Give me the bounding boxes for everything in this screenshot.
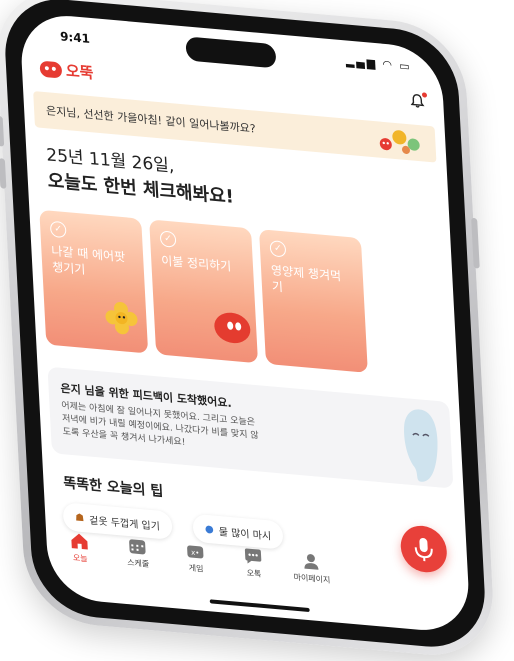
flower-character-icon — [104, 300, 140, 337]
side-button — [471, 218, 480, 269]
tab-schedule[interactable]: 스케줄 — [108, 534, 168, 571]
tab-label: 오톡 — [246, 568, 261, 578]
phone-frame: 9:41 ▂▄▆ ◠ ▭ 오뚝 — [0, 0, 496, 661]
card-label: 영양제 챙겨먹기 — [271, 262, 353, 301]
phone-bezel: 9:41 ▂▄▆ ◠ ▭ 오뚝 — [2, 0, 488, 652]
card-label: 나갈 때 에어팟 챙기기 — [51, 243, 133, 282]
status-time: 9:41 — [60, 29, 91, 46]
character-eye — [227, 321, 233, 330]
tab-label: 오늘 — [73, 553, 88, 563]
volume-up-button — [0, 116, 4, 147]
notification-dot — [422, 92, 427, 97]
banner-text: 은지님, 선선한 가을아침! 같이 일어나볼까요? — [46, 102, 256, 137]
bell-icon[interactable] — [409, 92, 426, 110]
tab-label: 마이페이지 — [293, 573, 330, 585]
tips-title: 똑똑한 오늘의 팁 — [63, 472, 164, 501]
game-icon: x• — [185, 541, 206, 561]
phone-mockup: 9:41 ▂▄▆ ◠ ▭ 오뚝 — [0, 0, 514, 652]
home-icon — [69, 531, 90, 551]
status-icons: ▂▄▆ ◠ ▭ — [345, 54, 411, 73]
feedback-body: 어제는 아침에 잘 일어나지 못했어요. 그리고 오늘은 저녁에 비가 내릴 예… — [61, 400, 263, 457]
coat-icon: ☗ — [75, 512, 85, 524]
checklist-card-airpods[interactable]: ✓ 나갈 때 에어팟 챙기기 — [39, 210, 148, 354]
tab-label: 스케줄 — [127, 558, 150, 569]
tab-label: 게임 — [189, 563, 204, 573]
date-heading: 25년 11월 26일, 오늘도 한번 체크해봐요! — [46, 142, 235, 211]
tab-today[interactable]: 오늘 — [50, 529, 110, 566]
calendar-icon — [127, 536, 148, 556]
check-icon: ✓ — [270, 240, 287, 258]
checklist-card-vitamins[interactable]: ✓ 영양제 챙겨먹기 — [259, 229, 368, 373]
check-icon: ✓ — [160, 230, 177, 248]
checklist-card-bedding[interactable]: ✓ 이불 정리하기 — [149, 219, 258, 363]
tip-label: 겉옷 두껍게 입기 — [89, 511, 160, 532]
chat-icon — [243, 546, 264, 566]
tab-chat[interactable]: 오톡 — [224, 544, 284, 581]
svg-text:x•: x• — [191, 548, 200, 558]
raindrop-character-icon — [399, 406, 443, 486]
home-indicator — [210, 599, 310, 612]
volume-down-button — [0, 158, 6, 189]
tab-game[interactable]: x• 게임 — [166, 539, 226, 576]
check-icon: ✓ — [50, 221, 67, 239]
app-name: 오뚝 — [65, 60, 94, 84]
leaves-icon — [375, 125, 424, 157]
character-eye — [235, 322, 241, 331]
tip-label: 물 많이 마시 — [218, 522, 271, 542]
water-drop-icon: ● — [205, 523, 214, 535]
person-icon — [301, 551, 322, 571]
dynamic-island — [185, 36, 276, 68]
card-label: 이불 정리하기 — [161, 252, 242, 275]
app-screen: 9:41 ▂▄▆ ◠ ▭ 오뚝 — [19, 12, 471, 635]
tab-mypage[interactable]: 마이페이지 — [282, 550, 342, 587]
blob-character-icon — [214, 311, 252, 344]
logo-icon — [39, 60, 62, 78]
